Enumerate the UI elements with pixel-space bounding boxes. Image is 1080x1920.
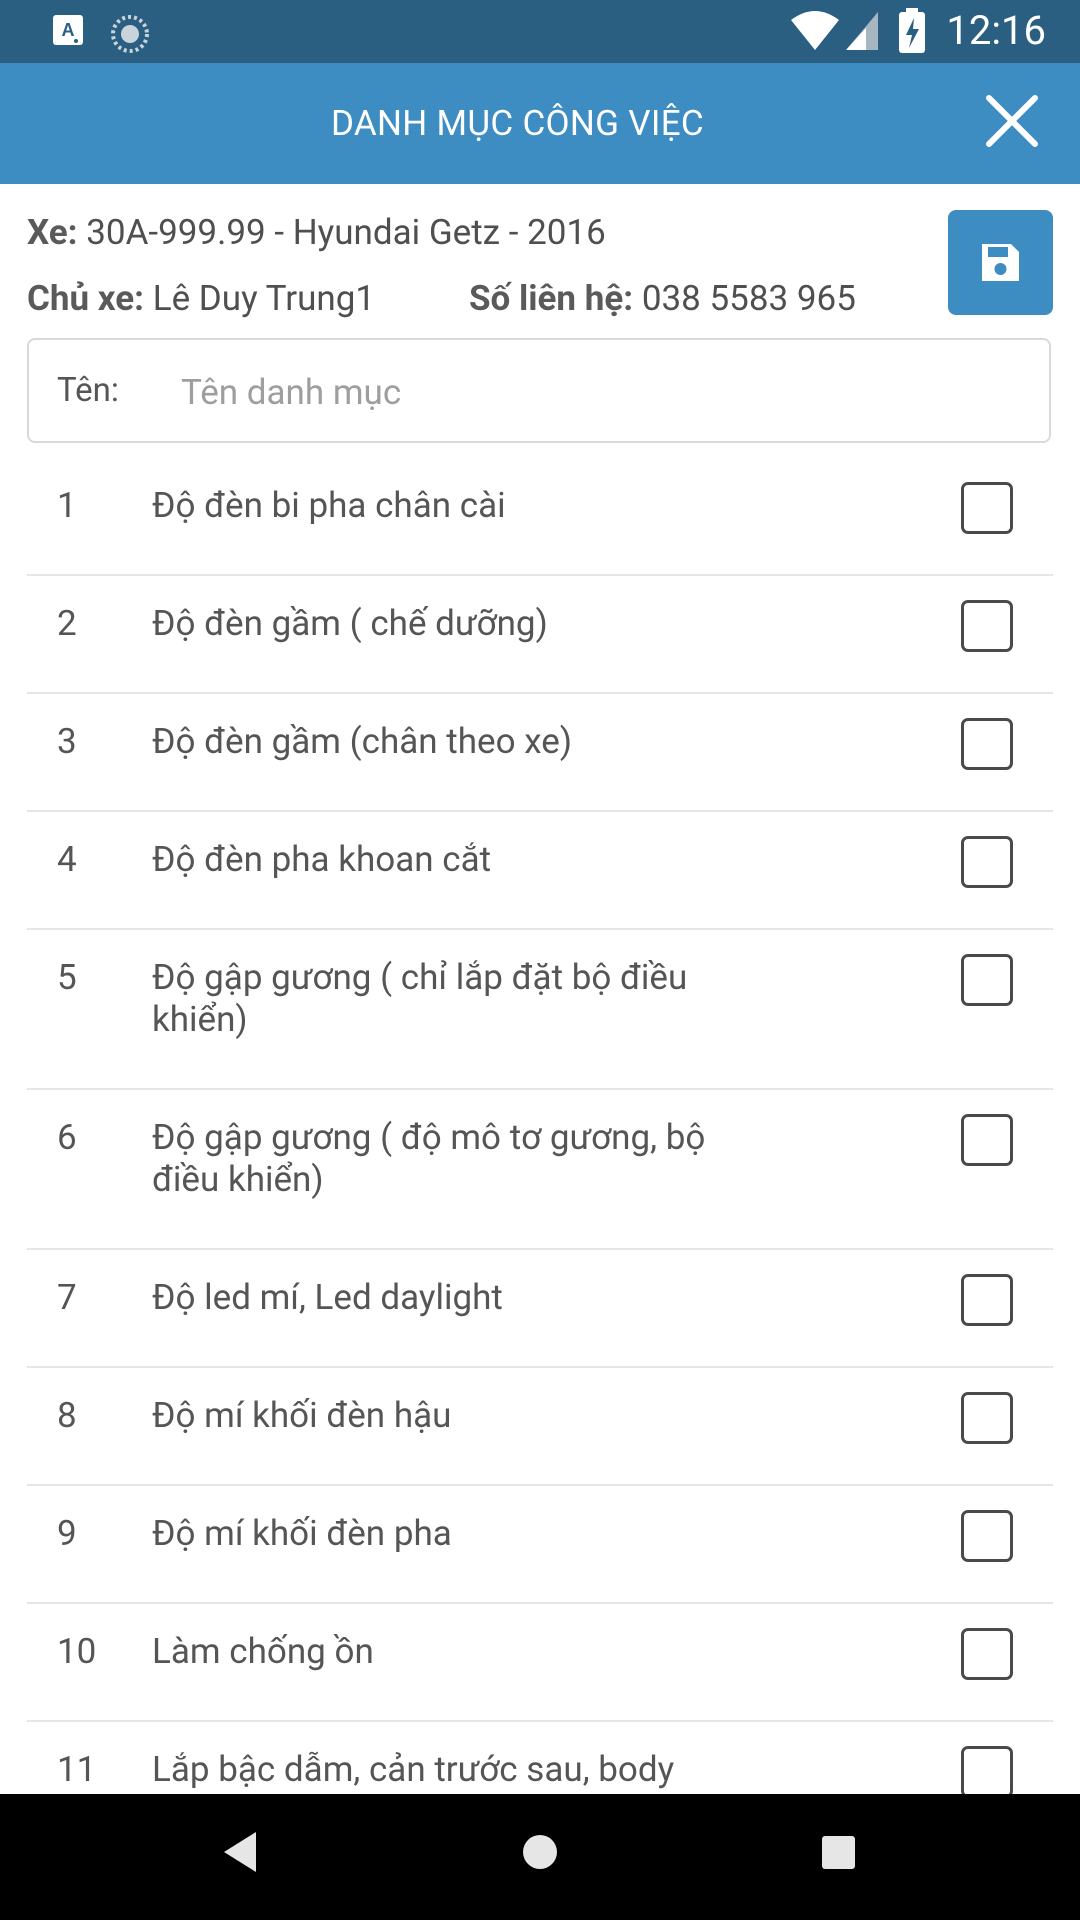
item-checkbox[interactable]: [961, 718, 1013, 770]
item-checkbox[interactable]: [961, 1510, 1013, 1562]
contact-value: 038 5583 965: [641, 278, 856, 319]
item-checkbox[interactable]: [961, 1114, 1013, 1166]
owner-info: Chủ xe: Lê Duy Trung1: [27, 278, 375, 319]
app-a-icon: A: [52, 14, 84, 50]
recents-icon[interactable]: [822, 1836, 855, 1873]
list-item[interactable]: 11 Lắp bậc dẫm, cản trước sau, body: [27, 1722, 1053, 1794]
save-icon: [982, 244, 1019, 281]
item-checkbox[interactable]: [961, 1274, 1013, 1326]
list-item[interactable]: 4 Độ đèn pha khoan cắt: [27, 812, 1053, 930]
list-item[interactable]: 7 Độ led mí, Led daylight: [27, 1250, 1053, 1368]
item-checkbox[interactable]: [961, 1628, 1013, 1680]
item-checkbox[interactable]: [961, 600, 1013, 652]
item-name: Độ led mí, Led daylight: [152, 1277, 503, 1318]
item-number: 2: [57, 603, 77, 644]
item-checkbox[interactable]: [961, 836, 1013, 888]
search-label: Tên:: [57, 371, 119, 410]
app-bar: DANH MỤC CÔNG VIỆC: [0, 63, 1080, 184]
item-number: 9: [57, 1513, 77, 1554]
vehicle-info: Xe: 30A-999.99 - Hyundai Getz - 2016: [27, 212, 606, 253]
item-checkbox[interactable]: [961, 1392, 1013, 1444]
item-name: Độ đèn pha khoan cắt: [152, 839, 492, 880]
list-item[interactable]: 2 Độ đèn gầm ( chế dưỡng): [27, 576, 1053, 694]
status-bar: A 12:16: [0, 0, 1080, 63]
vehicle-value: 30A-999.99 - Hyundai Getz - 2016: [86, 212, 606, 253]
item-number: 1: [57, 485, 77, 526]
contact-label: Số liên hệ:: [469, 278, 634, 319]
search-box: Tên:: [27, 338, 1051, 443]
list-item[interactable]: 9 Độ mí khối đèn pha: [27, 1486, 1053, 1604]
list-item[interactable]: 6 Độ gập gương ( độ mô tơ gương, bộ điều …: [27, 1090, 1053, 1250]
save-button[interactable]: [948, 210, 1053, 315]
status-time: 12:16: [946, 7, 1046, 54]
item-name: Độ đèn gầm ( chế dưỡng): [152, 603, 548, 644]
item-name: Độ mí khối đèn pha: [152, 1513, 452, 1554]
item-number: 10: [57, 1631, 97, 1672]
vehicle-label: Xe:: [27, 212, 78, 253]
list-item[interactable]: 10 Làm chống ồn: [27, 1604, 1053, 1722]
item-number: 11: [57, 1749, 97, 1790]
back-icon[interactable]: [222, 1830, 258, 1878]
close-button[interactable]: [982, 91, 1042, 151]
item-number: 5: [57, 957, 77, 998]
owner-value: Lê Duy Trung1: [152, 278, 376, 319]
nav-bar: [0, 1794, 1080, 1920]
list-item[interactable]: 3 Độ đèn gầm (chân theo xe): [27, 694, 1053, 812]
page-title: DANH MỤC CÔNG VIỆC: [330, 103, 704, 144]
list-item[interactable]: 8 Độ mí khối đèn hậu: [27, 1368, 1053, 1486]
item-checkbox[interactable]: [961, 1746, 1013, 1794]
item-number: 3: [57, 721, 77, 762]
close-icon: [986, 95, 1038, 147]
item-name: Độ gập gương ( chỉ lắp đặt bộ điều khiển…: [152, 957, 688, 1040]
sync-icon: [110, 14, 150, 58]
item-number: 4: [57, 839, 77, 880]
search-input[interactable]: [179, 364, 1023, 420]
item-number: 7: [57, 1277, 77, 1318]
item-number: 6: [57, 1117, 77, 1158]
list-item[interactable]: 5 Độ gập gương ( chỉ lắp đặt bộ điều khiể…: [27, 930, 1053, 1090]
task-list: 1 Độ đèn bi pha chân cài 2 Độ đèn gầm ( chế…: [27, 458, 1053, 1794]
battery-charging-icon: [898, 8, 926, 58]
item-number: 8: [57, 1395, 77, 1436]
item-name: Độ đèn gầm (chân theo xe): [152, 721, 572, 762]
signal-icon: [844, 10, 880, 56]
svg-text:A: A: [62, 20, 75, 40]
item-name: Lắp bậc dẫm, cản trước sau, body: [152, 1749, 675, 1790]
wifi-icon: [790, 10, 840, 56]
item-name: Độ gập gương ( độ mô tơ gương, bộ điều k…: [152, 1117, 706, 1200]
item-checkbox[interactable]: [961, 954, 1013, 1006]
owner-label: Chủ xe:: [27, 278, 145, 319]
item-name: Làm chống ồn: [152, 1631, 374, 1672]
home-icon[interactable]: [522, 1834, 558, 1874]
contact-info: Số liên hệ: 038 5583 965: [469, 278, 856, 319]
item-name: Độ đèn bi pha chân cài: [152, 485, 506, 526]
item-name: Độ mí khối đèn hậu: [152, 1395, 452, 1436]
list-item[interactable]: 1 Độ đèn bi pha chân cài: [27, 458, 1053, 576]
item-checkbox[interactable]: [961, 482, 1013, 534]
